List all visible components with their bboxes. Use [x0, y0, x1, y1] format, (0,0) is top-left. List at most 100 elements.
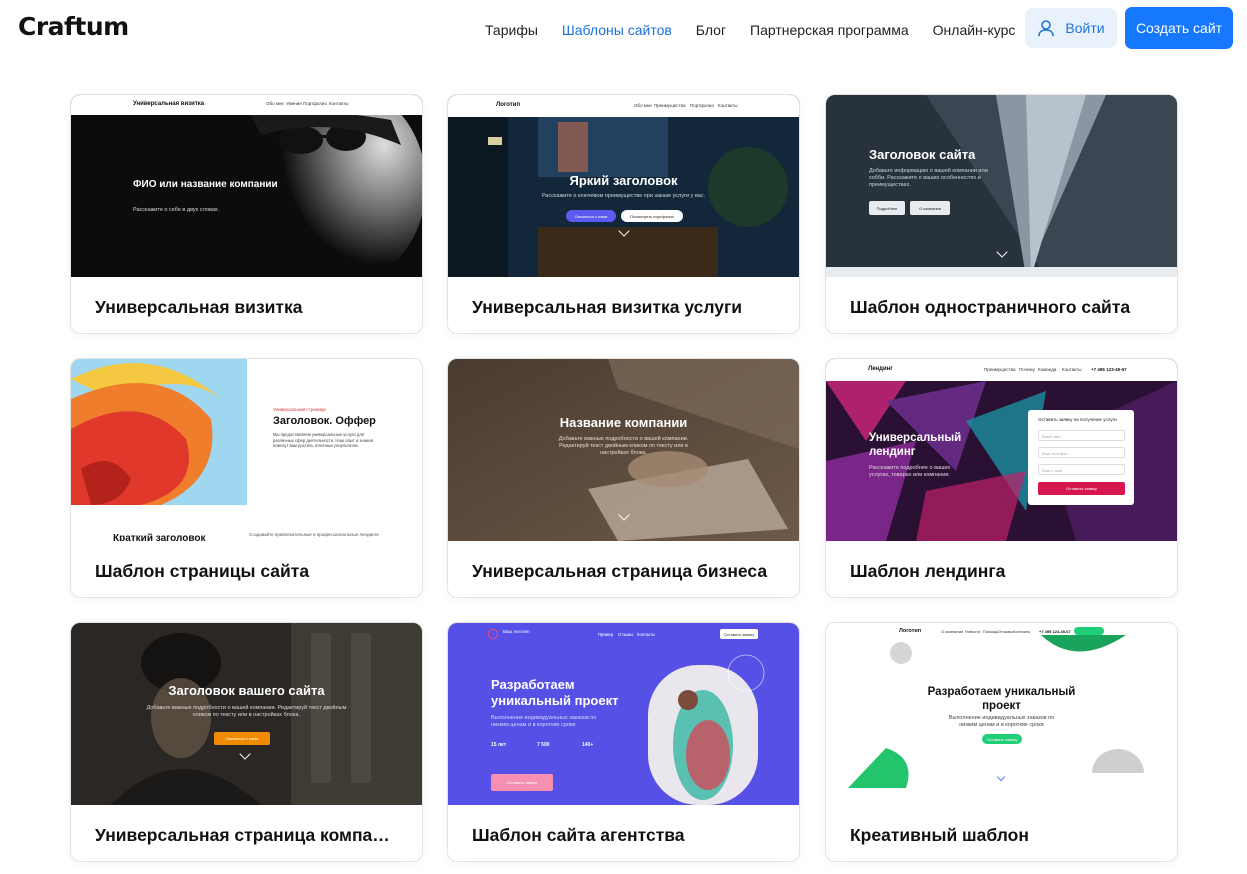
user-icon	[1038, 20, 1055, 37]
template-card[interactable]: Универсальная визитка Обо мне Умения Пор…	[70, 94, 423, 334]
template-title[interactable]: Универсальная страница бизнеса	[472, 561, 777, 582]
template-preview[interactable]: Универсальная страница Заголовок. Оффер …	[71, 359, 422, 541]
form-email-field: Ваш e-mail	[1038, 464, 1125, 475]
preview-bottom-heading: Краткий заголовок	[113, 533, 206, 541]
preview-button: Оставить заявку	[982, 734, 1022, 744]
preview-nav: Лендинг Преимущества Почему Команда Конт…	[826, 359, 1177, 381]
main-nav: Тарифы Шаблоны сайтов Блог Партнерская п…	[485, 20, 1039, 40]
template-title[interactable]: Универсальная визитка	[95, 297, 400, 318]
template-card[interactable]: Логотип О компании Новости Помощь Отзывы…	[825, 622, 1178, 862]
template-title[interactable]: Шаблон лендинга	[850, 561, 1155, 582]
template-card[interactable]: Название компании Добавьте важные подроб…	[447, 358, 800, 598]
preview-subtitle: Мы предоставляем универсальные услуги дл…	[273, 432, 373, 448]
preview-button: Связаться с нами	[566, 210, 616, 222]
form-phone-field: Ваш телефон	[1038, 447, 1125, 458]
preview-subtitle: Расскажите о ключевом преимуществе при з…	[541, 193, 706, 199]
preview-nav-item: Контакты	[1062, 367, 1082, 372]
site-header: Craftum Тарифы Шаблоны сайтов Блог Партн…	[0, 0, 1247, 58]
preview-heading: Заголовок вашего сайта	[168, 683, 325, 698]
preview-heading: Разработаем уникальный проект	[491, 677, 619, 708]
template-card[interactable]: Лендинг Преимущества Почему Команда Конт…	[825, 358, 1178, 598]
preview-subtitle: Расскажите подробнее о ваших услугах, то…	[869, 465, 951, 478]
preview-nav-item: Портфолио	[690, 103, 714, 108]
preview-kicker: Универсальная страница	[273, 407, 326, 412]
preview-nav-item: Контакты	[718, 103, 738, 108]
preview-nav-item: Обо мне	[634, 103, 652, 108]
preview-stat: 140+	[582, 742, 594, 748]
preview-logo: Логотип	[496, 102, 521, 108]
form-name-field: Ваше имя	[1038, 430, 1125, 441]
template-preview[interactable]: Название компании Добавьте важные подроб…	[448, 359, 799, 541]
preview-bottom-subtitle: Создавайте привлекательные и профессиона…	[249, 532, 379, 537]
nav-link-templates[interactable]: Шаблоны сайтов	[562, 22, 672, 38]
preview-logo: Ваш логотип	[503, 629, 530, 634]
nav-link-blog[interactable]: Блог	[696, 22, 726, 38]
preview-nav: Универсальная визитка Обо мне Умения Пор…	[71, 95, 422, 115]
nav-link-partner[interactable]: Партнерская программа	[750, 22, 909, 38]
template-preview[interactable]: Универсальная визитка Обо мне Умения Пор…	[71, 95, 422, 277]
preview-subtitle: Добавьте важные подробности о вашей комп…	[558, 436, 689, 456]
preview-heading: Заголовок. Оффер	[273, 415, 376, 427]
preview-nav-item: Почему	[1019, 367, 1035, 372]
preview-button: Оставить заявку	[491, 774, 553, 791]
preview-button: Посмотреть портфолио	[621, 210, 683, 222]
preview-nav-item: Умения	[286, 101, 302, 106]
template-title[interactable]: Шаблон сайта агентства	[472, 825, 777, 846]
preview-button: Подробнее	[869, 201, 905, 215]
template-card[interactable]: Ваш логотип Пример Отзывы Контакты Остав…	[447, 622, 800, 862]
preview-subtitle: Добавьте информацию о вашей компании или…	[869, 168, 988, 188]
template-card[interactable]: Логотип Обо мне Преимущества Портфолио К…	[447, 94, 800, 334]
template-preview[interactable]: Заголовок сайта Добавьте информацию о ва…	[826, 95, 1177, 277]
create-site-button[interactable]: Создать сайт	[1125, 7, 1233, 49]
preview-nav-item: Отзывы	[618, 632, 634, 637]
preview-heading: ФИО или название компании	[133, 179, 278, 190]
preview-nav-item: Преимущества	[654, 103, 686, 108]
template-title[interactable]: Шаблон одностраничного сайта	[850, 297, 1155, 318]
preview-subtitle: Добавьте важные подробности о вашей комп…	[146, 705, 347, 718]
decorative-circle-icon	[727, 654, 765, 692]
preview-nav-item: Контакты	[329, 101, 349, 106]
preview-heading: Заголовок сайта	[869, 147, 976, 162]
template-preview[interactable]: Заголовок вашего сайта Добавьте важные п…	[71, 623, 422, 805]
template-title[interactable]: Универсальная страница компании	[95, 825, 400, 846]
preview-phone: +7 495 123-45-67	[1091, 367, 1127, 372]
template-card[interactable]: Заголовок сайта Добавьте информацию о ва…	[825, 94, 1178, 334]
abstract-shapes-image	[71, 359, 247, 505]
preview-button: Связаться с нами	[214, 732, 270, 745]
preview-subtitle: Выполнение индивидуальных заказов по низ…	[948, 715, 1055, 728]
template-preview[interactable]: Ваш логотип Пример Отзывы Контакты Остав…	[448, 623, 799, 805]
template-title[interactable]: Шаблон страницы сайта	[95, 561, 400, 582]
craftum-logo[interactable]: Craftum	[18, 12, 129, 41]
preview-subtitle: Расскажите о себе в двух словах.	[133, 207, 220, 213]
preview-nav-item: Преимущества	[984, 367, 1016, 372]
preview-nav-button: Оставить заявку	[720, 629, 758, 639]
preview-logo: Лендинг	[868, 366, 893, 372]
preview-nav-item: Обо мне	[266, 101, 284, 106]
nav-link-course[interactable]: Онлайн-курс	[933, 22, 1016, 38]
preview-heading: Яркий заголовок	[569, 173, 678, 188]
template-card[interactable]: Заголовок вашего сайта Добавьте важные п…	[70, 622, 423, 862]
agency-logo-icon	[488, 629, 498, 639]
portrait-photo	[71, 115, 422, 277]
preview-heading: Название компании	[559, 415, 688, 430]
preview-heading: Универсальный лендинг	[869, 432, 962, 458]
preview-logo: Универсальная визитка	[133, 101, 205, 107]
form-title: Оставить заявку на получение услуги	[1038, 417, 1117, 422]
login-label: Войти	[1065, 20, 1105, 36]
lead-form: Оставить заявку на получение услуги Ваше…	[1028, 410, 1134, 505]
template-preview[interactable]: Логотип Обо мне Преимущества Портфолио К…	[448, 95, 799, 277]
template-card[interactable]: Универсальная страница Заголовок. Оффер …	[70, 358, 423, 598]
template-preview[interactable]: Лендинг Преимущества Почему Команда Конт…	[826, 359, 1177, 541]
preview-subtitle: Выполнение индивидуальных заказов по низ…	[491, 715, 597, 728]
preview-nav: Логотип Обо мне Преимущества Портфолио К…	[448, 95, 799, 117]
preview-nav-item: Пример	[598, 632, 614, 637]
preview-heading: Разработаем уникальный проект	[927, 686, 1076, 712]
preview-button: О компании	[910, 201, 950, 215]
template-title[interactable]: Креативный шаблон	[850, 825, 1155, 846]
form-submit-button: Оставить заявку	[1038, 482, 1125, 495]
template-title[interactable]: Универсальная визитка услуги	[472, 297, 777, 318]
login-button[interactable]: Войти	[1025, 8, 1117, 48]
nav-link-pricing[interactable]: Тарифы	[485, 22, 538, 38]
template-preview[interactable]: Логотип О компании Новости Помощь Отзывы…	[826, 623, 1177, 805]
preview-nav-item: Портфолио	[303, 101, 327, 106]
